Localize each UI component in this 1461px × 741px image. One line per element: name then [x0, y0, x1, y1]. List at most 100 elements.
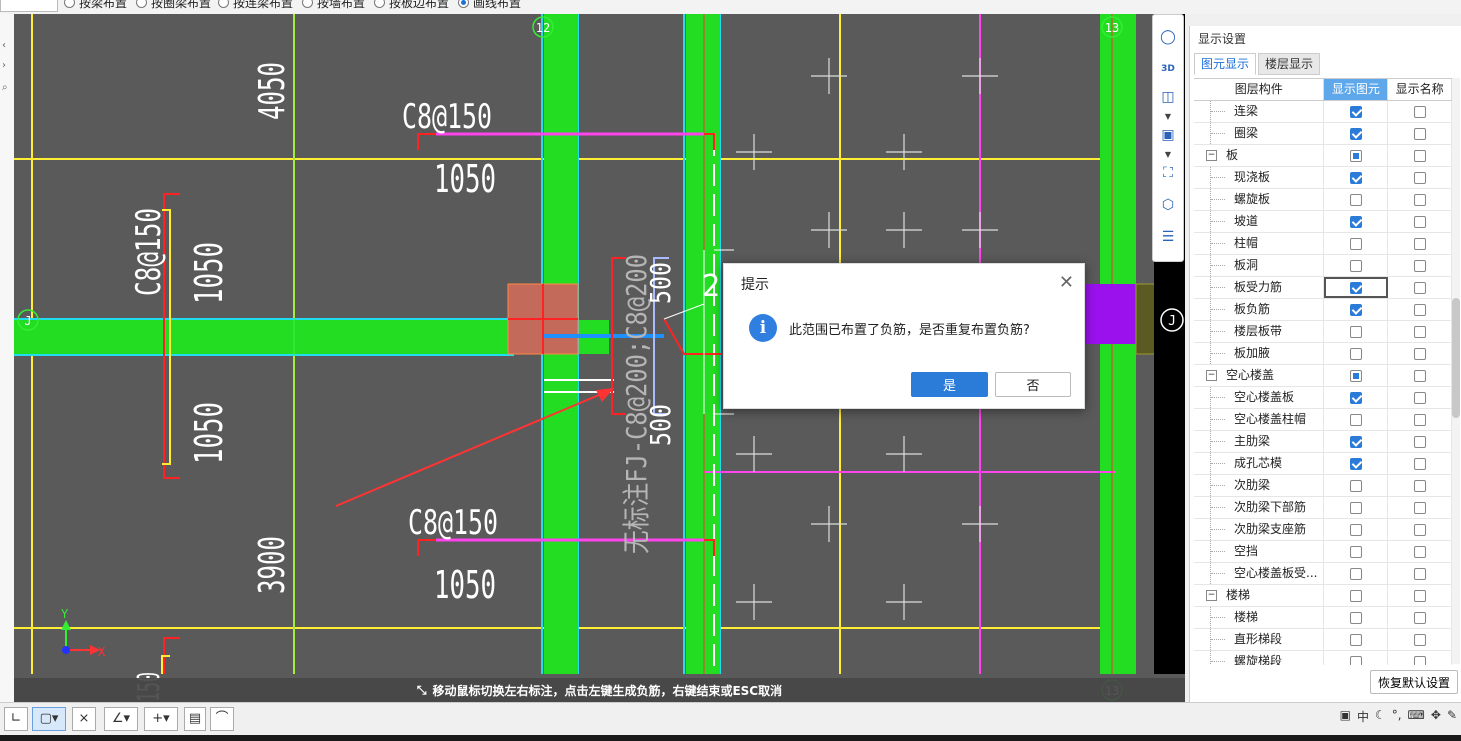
show-element-checkbox[interactable]	[1349, 589, 1362, 602]
list-settings-icon[interactable]: ☰	[1158, 227, 1178, 247]
show-element-checkbox[interactable]	[1349, 611, 1362, 624]
layer-row[interactable]: 现浇板	[1194, 167, 1452, 189]
show-element-cell[interactable]	[1324, 387, 1389, 408]
show-name-cell[interactable]	[1388, 585, 1452, 606]
scroll-thumb[interactable]	[1452, 298, 1460, 418]
layer-row[interactable]: 螺旋板	[1194, 189, 1452, 211]
layer-row[interactable]: 坡道	[1194, 211, 1452, 233]
panel-scrollbar[interactable]	[1452, 78, 1460, 664]
show-name-checkbox[interactable]	[1413, 281, 1426, 294]
show-element-checkbox[interactable]	[1349, 633, 1362, 646]
cube-solid-icon[interactable]: ▣	[1158, 125, 1178, 145]
show-name-checkbox[interactable]	[1413, 325, 1426, 338]
show-element-cell[interactable]	[1324, 475, 1389, 496]
box-select-icon[interactable]: ⬡	[1158, 195, 1178, 215]
show-element-cell[interactable]	[1324, 409, 1389, 430]
cross-select-icon[interactable]: ⨯	[72, 707, 96, 731]
radio-icon[interactable]	[458, 0, 469, 8]
show-element-cell[interactable]	[1324, 189, 1389, 210]
show-element-checkbox[interactable]	[1349, 303, 1362, 316]
layer-row[interactable]: 柱帽	[1194, 233, 1452, 255]
show-name-checkbox[interactable]	[1413, 369, 1426, 382]
layer-row[interactable]: 板负筋	[1194, 299, 1452, 321]
show-name-checkbox[interactable]	[1413, 127, 1426, 140]
show-element-cell[interactable]	[1324, 321, 1389, 342]
show-element-cell[interactable]	[1324, 343, 1389, 364]
search-icon[interactable]: ⌕	[2, 82, 8, 93]
show-element-cell[interactable]	[1324, 101, 1389, 122]
show-element-cell[interactable]	[1324, 519, 1389, 540]
layer-row[interactable]: 板受力筋	[1194, 277, 1452, 299]
radio-icon[interactable]	[136, 0, 147, 8]
tab-element-display[interactable]: 图元显示	[1194, 53, 1257, 75]
show-name-cell[interactable]	[1388, 277, 1452, 298]
collapse-icon[interactable]: −	[1206, 590, 1217, 601]
rect-select-icon[interactable]: ▢▾	[32, 707, 66, 731]
show-name-checkbox[interactable]	[1413, 501, 1426, 514]
show-element-checkbox[interactable]	[1349, 127, 1362, 140]
yes-button[interactable]: 是	[911, 372, 988, 397]
layer-row[interactable]: 楼层板带	[1194, 321, 1452, 343]
show-name-cell[interactable]	[1388, 255, 1452, 276]
show-name-checkbox[interactable]	[1413, 545, 1426, 558]
show-element-checkbox[interactable]	[1349, 149, 1362, 162]
layout-option-3[interactable]: 按墙布置	[302, 0, 365, 10]
show-name-cell[interactable]	[1388, 211, 1452, 232]
show-element-checkbox[interactable]	[1349, 413, 1362, 426]
show-name-checkbox[interactable]	[1413, 523, 1426, 536]
layer-row[interactable]: − 楼梯	[1194, 585, 1452, 607]
cube-view-icon[interactable]: ◫	[1158, 87, 1178, 107]
show-element-checkbox[interactable]	[1349, 347, 1362, 360]
layer-row[interactable]: 螺旋梯段	[1194, 651, 1452, 665]
show-name-cell[interactable]	[1388, 145, 1452, 166]
ime-logo-icon[interactable]: ▣	[1340, 708, 1351, 725]
show-name-checkbox[interactable]	[1413, 347, 1426, 360]
show-element-checkbox[interactable]	[1349, 501, 1362, 514]
ortho-icon[interactable]: ∟	[4, 707, 28, 731]
show-element-cell[interactable]	[1324, 233, 1389, 254]
dropdown-arrow-icon[interactable]: ▼	[1158, 145, 1178, 165]
layer-row[interactable]: 连梁	[1194, 101, 1452, 123]
show-element-checkbox[interactable]	[1349, 325, 1362, 338]
show-element-checkbox[interactable]	[1349, 457, 1362, 470]
show-element-checkbox[interactable]	[1349, 523, 1362, 536]
collapse-icon[interactable]: −	[1206, 370, 1217, 381]
show-name-checkbox[interactable]	[1413, 105, 1426, 118]
show-element-cell[interactable]	[1324, 497, 1389, 518]
show-name-checkbox[interactable]	[1413, 611, 1426, 624]
radio-icon[interactable]	[64, 0, 75, 8]
show-name-checkbox[interactable]	[1413, 413, 1426, 426]
show-name-checkbox[interactable]	[1413, 435, 1426, 448]
show-element-cell[interactable]	[1324, 607, 1389, 628]
close-icon[interactable]: ✕	[1059, 272, 1074, 293]
show-element-checkbox[interactable]	[1349, 567, 1362, 580]
show-name-checkbox[interactable]	[1413, 567, 1426, 580]
show-name-checkbox[interactable]	[1413, 215, 1426, 228]
show-element-checkbox[interactable]	[1349, 545, 1362, 558]
show-name-checkbox[interactable]	[1413, 655, 1426, 665]
show-name-checkbox[interactable]	[1413, 237, 1426, 250]
layout-option-1[interactable]: 按圈梁布置	[136, 0, 211, 10]
layer-row[interactable]: 空挡	[1194, 541, 1452, 563]
ime-lang[interactable]: 中	[1357, 708, 1369, 725]
scroll-arrow-icon[interactable]: ‹	[2, 40, 6, 51]
no-button[interactable]: 否	[995, 372, 1071, 397]
show-name-cell[interactable]	[1388, 607, 1452, 628]
layer-row[interactable]: 圈梁	[1194, 123, 1452, 145]
show-name-cell[interactable]	[1388, 321, 1452, 342]
show-element-cell[interactable]	[1324, 123, 1389, 144]
collapse-icon[interactable]: −	[1206, 150, 1217, 161]
show-element-cell[interactable]	[1324, 365, 1389, 386]
layer-row[interactable]: − 板	[1194, 145, 1452, 167]
layer-row[interactable]: 楼梯	[1194, 607, 1452, 629]
show-element-cell[interactable]	[1324, 167, 1389, 188]
layer-row[interactable]: 次肋梁	[1194, 475, 1452, 497]
show-element-checkbox[interactable]	[1349, 259, 1362, 272]
show-element-cell[interactable]	[1324, 541, 1389, 562]
layout-option-0[interactable]: 按梁布置	[64, 0, 127, 10]
show-element-cell[interactable]	[1324, 629, 1389, 650]
3d-view-icon[interactable]: 3D	[1158, 59, 1178, 79]
show-element-checkbox[interactable]	[1349, 105, 1362, 118]
show-name-cell[interactable]	[1388, 167, 1452, 188]
column-header-show[interactable]: 显示图元	[1324, 79, 1389, 100]
